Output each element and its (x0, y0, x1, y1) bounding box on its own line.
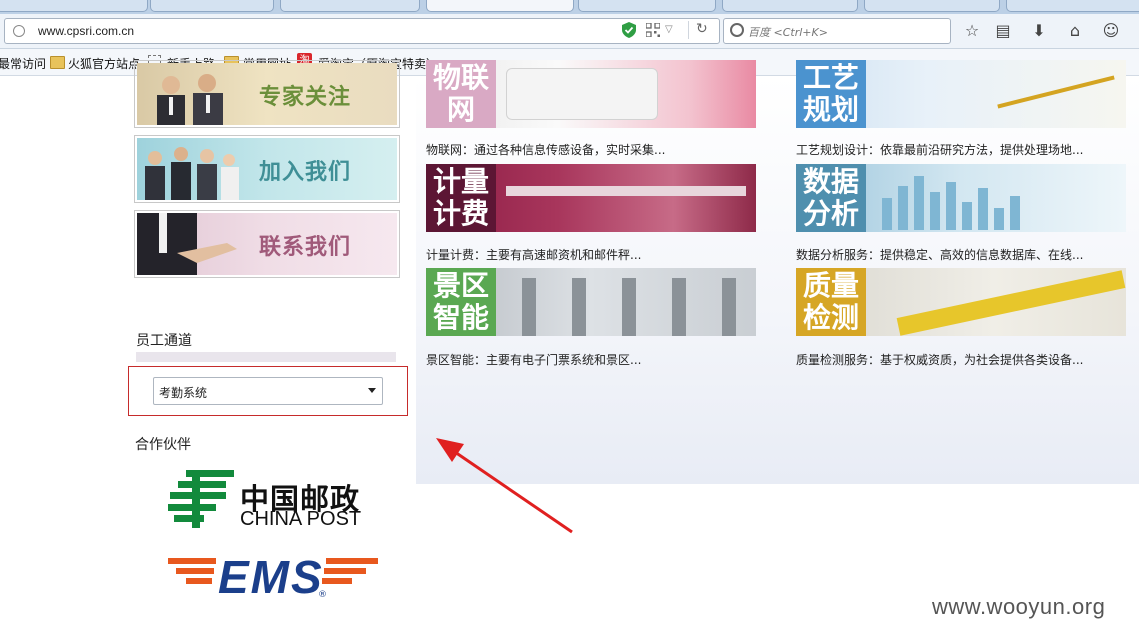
tile-badge: 数据 分析 (796, 164, 866, 232)
bar-graphic-image (882, 176, 1020, 230)
select-value: 考勤系统 (159, 386, 208, 400)
turnstile-image (522, 278, 736, 336)
ems-wordmark: EMS (218, 551, 324, 603)
divider (688, 21, 689, 39)
banner-label: 专家关注 (259, 85, 352, 110)
browser-tab[interactable] (0, 0, 148, 12)
folder-icon (50, 56, 65, 69)
banner-expert-focus[interactable]: 专家关注 (134, 60, 400, 128)
qr-code-icon[interactable] (646, 23, 660, 37)
tile-badge: 计量 计费 (426, 164, 496, 232)
search-placeholder[interactable]: 百度 <Ctrl+K> (748, 24, 828, 40)
ems-logo[interactable]: EMS ® (168, 551, 382, 606)
people-image (157, 74, 223, 125)
tile-badge: 质量 检测 (796, 268, 866, 336)
banner-label: 加入我们 (259, 160, 352, 185)
search-icon (730, 23, 744, 37)
china-post-logo[interactable]: 中国邮政 CHINA POST (168, 470, 378, 532)
star-icon[interactable]: ☆ (961, 20, 983, 42)
conveyor-image (506, 186, 746, 196)
tile-badge: 物联 网IOT (426, 60, 496, 128)
browser-tab[interactable] (722, 0, 858, 12)
dropdown-arrow-icon[interactable]: ▽ (665, 24, 673, 35)
staff-portal-title: 员工通道 (136, 333, 192, 349)
divider-bar (136, 352, 396, 362)
watermark: www.wooyun.org (932, 594, 1106, 619)
partners-title: 合作伙伴 (135, 437, 191, 453)
service-tile-scenic[interactable]: 景区 智能 (426, 268, 756, 336)
browser-tab[interactable] (864, 0, 1000, 12)
china-post-en: CHINA POST (240, 508, 362, 530)
search-box[interactable]: 百度 <Ctrl+K> (723, 18, 951, 44)
service-tile-iot[interactable]: 物联 网IOT (426, 60, 756, 128)
service-desc-iot[interactable]: 物联网：通过各种信息传感设备，实时采集... (426, 141, 665, 158)
shield-icon[interactable] (622, 22, 636, 38)
service-desc-quality[interactable]: 质量检测服务：基于权威资质，为社会提供各类设备... (796, 351, 1083, 368)
service-tile-quality[interactable]: 质量 检测 (796, 268, 1126, 336)
handshake-image (137, 213, 237, 275)
chevron-down-icon[interactable] (368, 388, 376, 393)
tab-strip (0, 0, 1139, 14)
service-desc-data[interactable]: 数据分析服务：提供稳定、高效的信息数据库、在线... (796, 246, 1083, 263)
banner-contact-us[interactable]: 联系我们 (134, 210, 400, 278)
pencil-image (997, 75, 1115, 109)
banner-label: 联系我们 (259, 235, 352, 260)
people-image (145, 147, 239, 200)
banner-join-us[interactable]: 加入我们 (134, 135, 400, 203)
clipboard-icon[interactable]: ▤ (992, 20, 1014, 42)
navigation-bar: www.cpsri.com.cn ▽ ↻ 百度 <Ctrl+K> ☆ ▤ ⬇ ⌂… (0, 14, 1139, 49)
browser-tab[interactable] (150, 0, 274, 12)
service-tile-data[interactable]: 数据 分析 (796, 164, 1126, 232)
annotation-arrow-icon (436, 438, 573, 534)
browser-tab-active[interactable] (426, 0, 574, 12)
download-icon[interactable]: ⬇ (1028, 20, 1050, 42)
service-tile-process[interactable]: 工艺 规划 (796, 60, 1126, 128)
browser-tab[interactable] (280, 0, 420, 12)
chat-icon[interactable]: ☺ (1100, 20, 1122, 42)
browser-tab[interactable] (578, 0, 716, 12)
reload-icon[interactable]: ↻ (696, 21, 708, 37)
china-post-emblem-icon (168, 470, 234, 528)
service-desc-scenic[interactable]: 景区智能：主要有电子门票系统和景区... (426, 351, 641, 368)
spirit-level-image (896, 270, 1126, 336)
tile-badge: 景区 智能 (426, 268, 496, 336)
tile-badge: 工艺 规划 (796, 60, 866, 128)
bookmark-firefox-site[interactable]: 火狐官方站点 (68, 55, 140, 72)
registered-icon: ® (318, 590, 327, 600)
bookmark-most-visited[interactable]: 最常访问 (0, 55, 46, 72)
device-image (506, 68, 658, 120)
service-desc-process[interactable]: 工艺规划设计：依靠最前沿研究方法，提供处理场地... (796, 141, 1083, 158)
home-icon[interactable]: ⌂ (1064, 20, 1086, 42)
service-desc-metering[interactable]: 计量计费：主要有高速邮资机和邮件秤... (426, 246, 641, 263)
staff-system-select[interactable]: 考勤系统 (153, 377, 383, 405)
url-text[interactable]: www.cpsri.com.cn (38, 24, 134, 38)
browser-tab[interactable] (1006, 0, 1139, 12)
site-info-icon[interactable] (13, 25, 25, 37)
address-bar[interactable]: www.cpsri.com.cn ▽ ↻ (4, 18, 720, 44)
service-tile-metering[interactable]: 计量 计费 (426, 164, 756, 232)
